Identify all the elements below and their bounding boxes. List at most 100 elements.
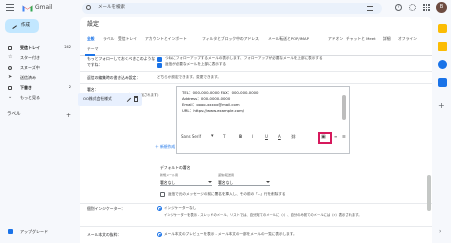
draft-count: 2	[68, 85, 71, 89]
tab-addons[interactable]: アドオン	[328, 37, 343, 41]
signature-editor[interactable]: TEL：000-000-0000 FAX：000-000-0000 Addres…	[176, 86, 350, 154]
sidebar-item-label: もっと見る	[20, 95, 40, 100]
sidebar-item-sent[interactable]: ➤ 送信済み	[0, 74, 75, 82]
apps-grid-icon[interactable]	[423, 4, 430, 11]
tasks-icon[interactable]	[438, 60, 447, 69]
dropdown-caret-icon[interactable]: ▾	[211, 134, 214, 139]
tab-labels[interactable]: ラベル	[103, 37, 114, 41]
delete-icon[interactable]	[134, 96, 138, 102]
create-new-signature-button[interactable]: ＋ 新規作成	[155, 145, 175, 153]
followup-checkbox[interactable]	[157, 57, 162, 62]
search-options-icon[interactable]	[367, 6, 373, 11]
settings-icon[interactable]	[409, 4, 416, 11]
sidebar-item-label: スター付き	[20, 55, 40, 60]
align-icon[interactable]: ≡	[334, 135, 337, 139]
tab-inbox[interactable]: 受信トレイ	[118, 37, 137, 41]
divider	[80, 226, 432, 227]
indicators-off-radio[interactable]	[157, 206, 162, 211]
app-title[interactable]: Gmail	[35, 5, 53, 11]
avatar[interactable]: B	[436, 2, 447, 13]
contacts-icon[interactable]	[438, 78, 447, 87]
setting-label: もっとフォローしておくべきこのような	[87, 56, 156, 61]
tab-chat-meet[interactable]: チャットと Meet	[346, 37, 376, 41]
link-icon[interactable]: ⛓	[291, 135, 296, 139]
add-addon-icon[interactable]: +	[438, 102, 445, 110]
default-signature-title: デフォルトの署名	[160, 165, 191, 170]
menu-icon[interactable]	[6, 4, 14, 11]
calendar-icon[interactable]	[438, 24, 447, 33]
dropdown-caret-icon	[208, 181, 212, 183]
reply-signature-select[interactable]: 署名なし	[218, 180, 270, 186]
inbox-icon	[8, 46, 12, 50]
new-email-signature-select[interactable]: 署名なし	[160, 180, 212, 186]
bold-icon[interactable]: B	[239, 135, 242, 139]
clock-icon	[8, 66, 12, 70]
signature-line[interactable]: URL：https://www.example.com/	[182, 109, 244, 113]
chevron-right-icon[interactable]: ›	[439, 229, 441, 235]
font-size-icon[interactable]: T	[223, 135, 225, 139]
insert-before-quote-checkbox[interactable]	[160, 192, 165, 197]
snippets-on-label: メール本文のプレビューを表示 - メール本文の一部をメールの一覧に表示します。	[164, 232, 297, 236]
editor-scrollbar[interactable]	[342, 95, 346, 120]
unread-count: 242	[64, 45, 71, 49]
editor-toolbar: Sans Serif ▾ T B I U A ⛓ ▣ ≡ ☰	[177, 131, 349, 144]
sidebar-item-more[interactable]: ⌄ もっと見る	[0, 94, 75, 102]
sidebar-item-label: スヌーズ中	[20, 65, 40, 70]
labels-heading: ラベル	[7, 112, 21, 117]
top-bar: Gmail メールを検索 ? B	[0, 0, 451, 17]
sidebar-item-label: 受信トレイ	[20, 45, 40, 50]
signature-name: OO株式会社様式	[83, 96, 112, 101]
divider	[80, 71, 432, 72]
upgrade-link[interactable]: アップグレード	[20, 230, 48, 234]
tab-general[interactable]: 全般	[87, 37, 95, 41]
help-icon[interactable]: ?	[395, 4, 402, 11]
pencil-icon	[10, 22, 17, 29]
tab-forwarding[interactable]: メール転送とPOP/IMAP	[268, 37, 309, 41]
sidebar-item-starred[interactable]: ☆ スター付き	[0, 54, 75, 62]
search-bar[interactable]: メールを検索	[82, 3, 382, 14]
underline-icon[interactable]: U	[265, 135, 268, 139]
snippets-on-radio[interactable]	[157, 232, 162, 237]
tab-themes[interactable]: テーマ	[87, 47, 98, 51]
gmail-logo[interactable]	[22, 4, 33, 12]
search-icon[interactable]	[86, 5, 91, 10]
select-value: 署名なし	[218, 180, 234, 185]
keep-icon[interactable]	[438, 42, 447, 51]
edit-icon[interactable]	[123, 94, 132, 103]
side-panel: + ›	[435, 17, 451, 243]
signature-line[interactable]: Address：000-0000-0000	[182, 97, 230, 101]
sidebar-item-inbox[interactable]: 受信トレイ 242	[0, 44, 75, 52]
indicators-on-label: インジケーターを表示 - スレッドのメール、リストでは、自分宛てのメールに（›）…	[164, 213, 362, 217]
sidebar-item-snoozed[interactable]: スヌーズ中	[0, 64, 75, 72]
compose-button[interactable]: 作成	[5, 19, 39, 33]
page-scrollbar[interactable]	[427, 175, 431, 211]
signature-line[interactable]: Email：oooo-xxxxx@mail.com	[182, 103, 240, 107]
tab-offline[interactable]: オフライン	[398, 37, 417, 41]
add-label-button[interactable]: +	[66, 113, 71, 119]
tab-advanced[interactable]: 詳細	[383, 37, 391, 41]
font-select[interactable]: Sans Serif	[181, 135, 201, 139]
divider	[80, 83, 432, 84]
select-value: 署名なし	[160, 180, 176, 185]
setting-text: つねにフォローアップするメールの表示します、フォローアップが必要なメールを上部に…	[165, 56, 323, 60]
divider	[80, 203, 432, 204]
setting-text: どちらか設定できます。変更できます。	[157, 75, 221, 79]
reply-label: 返信/転送用	[218, 173, 235, 177]
indicators-off-label: インジケーターなし	[164, 206, 197, 210]
signature-list-item[interactable]: OO株式会社様式	[78, 93, 142, 106]
signature-line[interactable]: TEL：000-000-0000 FAX：000-000-0000	[182, 91, 258, 95]
indicators-label: 個別インジケーター：	[87, 206, 125, 211]
sidebar-item-label: 送信済み	[20, 75, 36, 80]
sidebar-item-drafts[interactable]: 下書き 2	[0, 84, 75, 92]
list-icon[interactable]: ☰	[342, 135, 346, 139]
tab-accounts[interactable]: アカウントとインポート	[145, 37, 187, 41]
search-input[interactable]: メールを検索	[98, 5, 125, 11]
reply-checkbox[interactable]	[157, 63, 162, 68]
insert-before-quote-label: 返信で元のメッセージの前に署名を挿入し、その前の「--」行を削除する	[168, 192, 286, 196]
upgrade-icon[interactable]	[8, 229, 13, 234]
italic-icon[interactable]: I	[252, 135, 253, 139]
tab-filters[interactable]: フィルタとブロック中のアドレス	[202, 37, 259, 41]
text-color-icon[interactable]: A	[278, 135, 281, 139]
insert-image-icon[interactable]: ▣	[321, 135, 326, 140]
signature-label: 署名：	[87, 87, 99, 92]
